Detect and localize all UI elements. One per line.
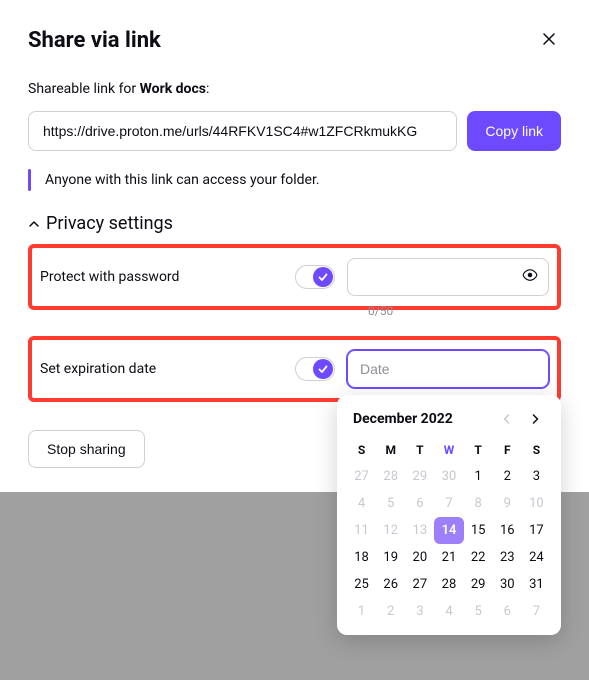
calendar-day[interactable]: 3 (405, 598, 434, 625)
password-label: Protect with password (40, 269, 295, 285)
calendar-weekday-row: SMTWTFS (347, 437, 551, 463)
info-accent-bar (28, 169, 31, 191)
calendar-day[interactable]: 21 (434, 544, 463, 571)
calendar-day[interactable]: 7 (434, 490, 463, 517)
calendar-day[interactable]: 4 (347, 490, 376, 517)
calendar-day[interactable]: 28 (434, 571, 463, 598)
share-link-input[interactable] (28, 111, 457, 151)
calendar-days-grid: 2728293012345678910111213141516171819202… (347, 463, 551, 625)
calendar-day[interactable]: 19 (376, 544, 405, 571)
calendar-day[interactable]: 1 (464, 463, 493, 490)
calendar-day[interactable]: 22 (464, 544, 493, 571)
password-toggle[interactable] (295, 265, 335, 289)
calendar-day[interactable]: 2 (493, 463, 522, 490)
info-banner: Anyone with this link can access your fo… (28, 169, 561, 191)
check-icon (313, 359, 333, 379)
calendar-day[interactable]: 31 (522, 571, 551, 598)
calendar-weekday: F (493, 437, 522, 463)
calendar-day[interactable]: 10 (522, 490, 551, 517)
calendar-day[interactable]: 17 (522, 517, 551, 544)
calendar-day[interactable]: 11 (347, 517, 376, 544)
calendar-day[interactable]: 27 (405, 571, 434, 598)
calendar-next-button[interactable] (525, 409, 545, 429)
calendar-day[interactable]: 7 (522, 598, 551, 625)
password-input[interactable] (347, 258, 549, 296)
close-icon (541, 31, 557, 50)
calendar-day[interactable]: 24 (522, 544, 551, 571)
calendar-day[interactable]: 5 (376, 490, 405, 517)
check-icon (313, 267, 333, 287)
stop-sharing-button[interactable]: Stop sharing (28, 430, 145, 468)
calendar-day[interactable]: 16 (493, 517, 522, 544)
calendar-day[interactable]: 30 (434, 463, 463, 490)
calendar-prev-button[interactable] (497, 409, 517, 429)
calendar-day[interactable]: 12 (376, 517, 405, 544)
calendar-day[interactable]: 6 (493, 598, 522, 625)
calendar-month-label: December 2022 (353, 411, 453, 427)
date-picker: December 2022 SMTWTFS 272829301234567891… (337, 395, 561, 635)
calendar-day[interactable]: 4 (434, 598, 463, 625)
modal-title: Share via link (28, 28, 161, 53)
calendar-weekday: M (376, 437, 405, 463)
expiry-label: Set expiration date (40, 361, 295, 377)
chevron-up-icon (28, 218, 40, 230)
calendar-day[interactable]: 27 (347, 463, 376, 490)
calendar-day[interactable]: 6 (405, 490, 434, 517)
calendar-day[interactable]: 1 (347, 598, 376, 625)
password-row-highlight: Protect with password (28, 244, 561, 310)
calendar-day[interactable]: 5 (464, 598, 493, 625)
subheading: Shareable link for Work docs: (28, 81, 561, 97)
calendar-weekday: S (347, 437, 376, 463)
expiry-row-highlight: Set expiration date (28, 336, 561, 402)
privacy-settings-toggle[interactable]: Privacy settings (28, 213, 561, 234)
privacy-heading-label: Privacy settings (46, 213, 173, 234)
eye-icon[interactable] (521, 266, 539, 288)
subhead-prefix: Shareable link for (28, 81, 140, 97)
calendar-day[interactable]: 20 (405, 544, 434, 571)
chevron-left-icon (502, 412, 512, 427)
subhead-suffix: : (206, 81, 209, 97)
password-counter: 0/50 (368, 304, 393, 318)
calendar-day[interactable]: 28 (376, 463, 405, 490)
chevron-right-icon (530, 412, 540, 427)
calendar-weekday: T (464, 437, 493, 463)
calendar-day[interactable]: 26 (376, 571, 405, 598)
copy-link-button[interactable]: Copy link (467, 111, 561, 151)
calendar-day[interactable]: 14 (434, 517, 463, 544)
calendar-day[interactable]: 25 (347, 571, 376, 598)
calendar-day[interactable]: 3 (522, 463, 551, 490)
close-button[interactable] (537, 29, 561, 53)
calendar-day[interactable]: 30 (493, 571, 522, 598)
calendar-day[interactable]: 13 (405, 517, 434, 544)
calendar-day[interactable]: 23 (493, 544, 522, 571)
calendar-weekday: S (522, 437, 551, 463)
subhead-item: Work docs (140, 81, 206, 97)
info-text: Anyone with this link can access your fo… (45, 172, 320, 188)
calendar-day[interactable]: 18 (347, 544, 376, 571)
calendar-day[interactable]: 29 (405, 463, 434, 490)
calendar-day[interactable]: 29 (464, 571, 493, 598)
expiry-date-input[interactable] (347, 350, 549, 388)
calendar-day[interactable]: 2 (376, 598, 405, 625)
expiry-toggle[interactable] (295, 357, 335, 381)
calendar-weekday: W (434, 437, 463, 463)
calendar-day[interactable]: 9 (493, 490, 522, 517)
calendar-day[interactable]: 15 (464, 517, 493, 544)
calendar-weekday: T (405, 437, 434, 463)
calendar-day[interactable]: 8 (464, 490, 493, 517)
